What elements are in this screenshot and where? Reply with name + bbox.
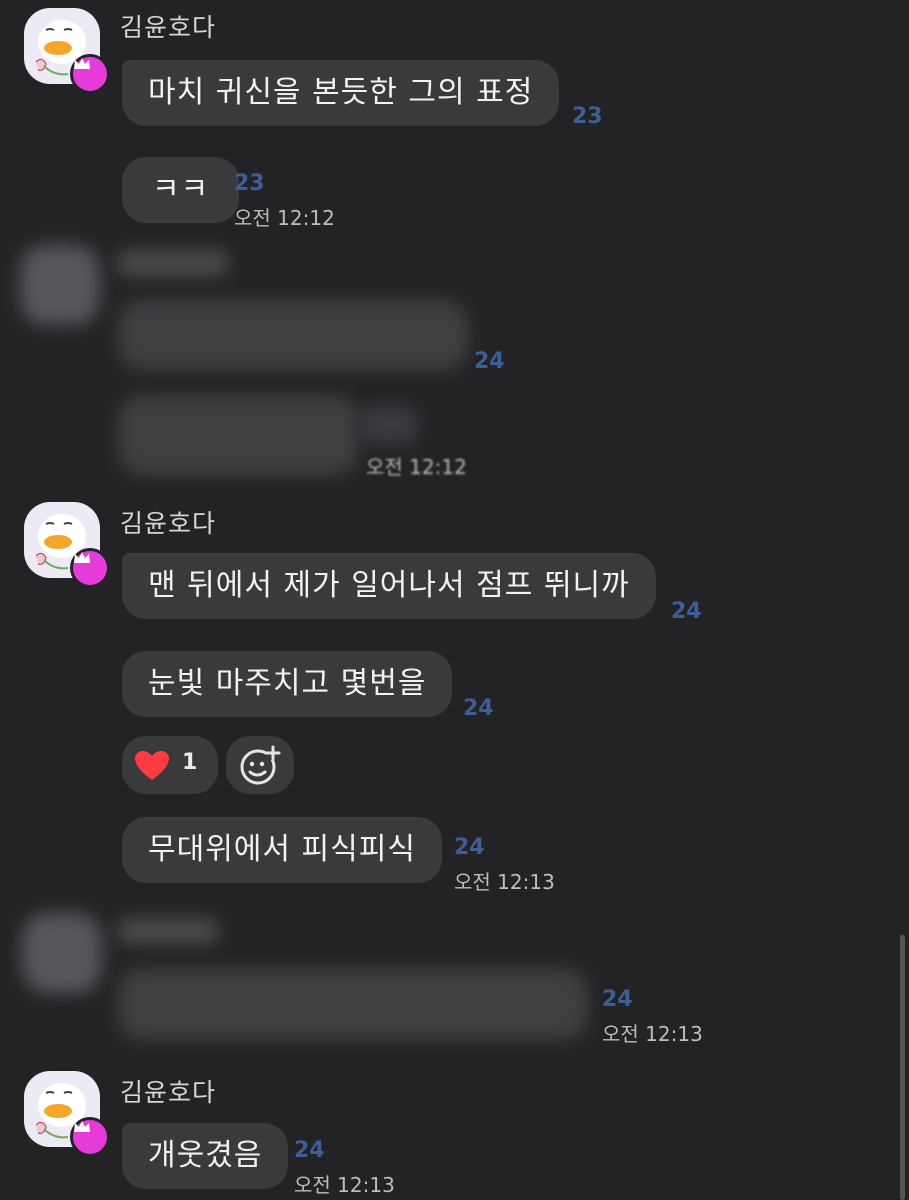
blurred-sender [118, 250, 228, 276]
sender-avatar[interactable] [24, 502, 110, 588]
crown-badge [70, 54, 110, 94]
crown-badge [70, 548, 110, 588]
add-emoji-icon [240, 745, 281, 785]
message-bubble[interactable]: 마치 귀신을 본듯한 그의 표정 [122, 60, 560, 126]
unread-count: 24 [671, 599, 702, 624]
unread-count: 24 [294, 1138, 325, 1163]
blurred-reaction [360, 405, 418, 445]
unread-count: 24 [474, 349, 505, 374]
scrollbar[interactable] [900, 935, 905, 1200]
message-bubble[interactable]: ㅋㅋ [122, 157, 240, 223]
add-reaction-button[interactable] [226, 736, 294, 794]
blurred-sender [118, 918, 218, 944]
message-bubble[interactable]: 개웃겼음 [122, 1123, 289, 1189]
sender-name: 김윤호다 [120, 13, 217, 42]
heart-icon [135, 751, 169, 780]
blurred-avatar [20, 245, 100, 325]
sender-name: 김윤호다 [120, 509, 217, 538]
unread-count: 24 [454, 835, 485, 860]
reaction-count: 1 [182, 750, 198, 775]
message-time: 오전 12:12 [366, 455, 467, 479]
blurred-message [118, 395, 358, 475]
message-time: 오전 12:12 [234, 206, 335, 230]
crown-badge [70, 1117, 110, 1157]
blurred-message [118, 968, 588, 1040]
message-time: 오전 12:13 [602, 1022, 703, 1046]
sender-avatar[interactable] [24, 8, 110, 94]
unread-count: 23 [234, 171, 265, 196]
sender-name: 김윤호다 [120, 1078, 217, 1107]
blurred-message [118, 300, 468, 370]
message-bubble[interactable]: 눈빛 마주치고 몇번을 [122, 651, 453, 717]
unread-count: 23 [572, 104, 603, 129]
unread-count: 24 [602, 987, 633, 1012]
crown-icon [74, 58, 90, 69]
crown-icon [74, 552, 90, 563]
message-bubble[interactable]: 맨 뒤에서 제가 일어나서 점프 뛰니까 [122, 553, 656, 619]
reaction-chip[interactable]: 1 [122, 736, 218, 794]
message-time: 오전 12:13 [454, 870, 555, 894]
crown-icon [74, 1121, 90, 1132]
message-time: 오전 12:13 [294, 1173, 395, 1197]
message-bubble[interactable]: 무대위에서 피식피식 [122, 817, 442, 883]
sender-avatar[interactable] [24, 1071, 110, 1157]
blurred-avatar [22, 913, 102, 993]
unread-count: 24 [463, 696, 494, 721]
